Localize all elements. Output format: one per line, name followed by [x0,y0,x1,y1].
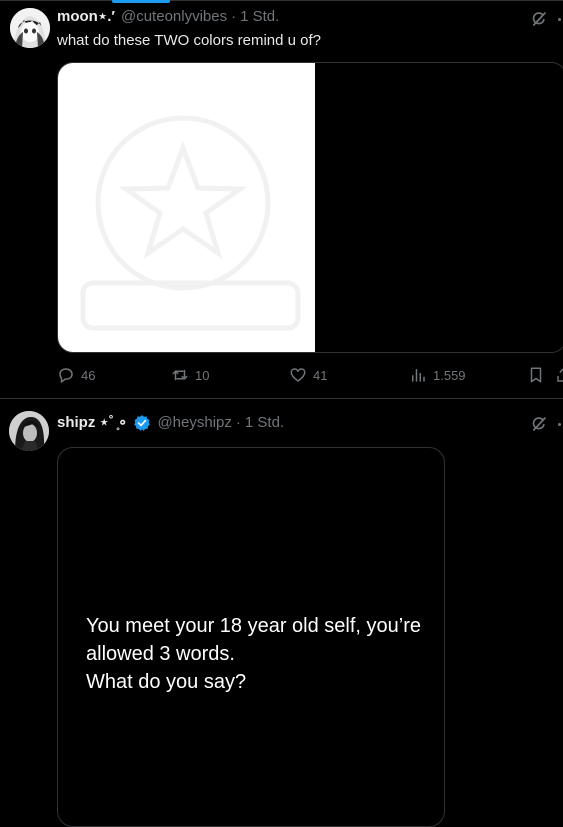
repost-icon [172,369,188,381]
reply-icon [59,368,73,384]
like-icon [290,368,306,382]
bookmark-button[interactable] [527,366,545,384]
repost-count: 10 [195,367,210,383]
card-line: You meet your 18 year old self, you’re [86,615,422,637]
post-media[interactable] [57,62,563,353]
views-count: 1.559 [433,367,466,383]
views-button[interactable]: 1.559 [409,366,466,384]
post[interactable]: moon⋆.′ @cuteonlyvibes · 1 Std. what do … [0,0,563,398]
repost-button[interactable]: 10 [171,366,209,384]
card-line: allowed 3 words. [86,643,235,665]
black-color-block [315,63,563,352]
post-media[interactable]: You meet your 18 year old self, you’re a… [57,447,445,827]
timestamp[interactable]: 1 Std. [240,7,279,27]
share-icon [557,368,563,382]
post-text: what do these TWO colors remind u of? [57,32,322,49]
handle[interactable]: @cuteonlyvibes [121,7,227,27]
views-icon [412,369,425,382]
verified-icon [133,414,151,432]
card-line: What do you say? [86,671,247,693]
display-name[interactable]: moon⋆.′ [57,7,115,27]
white-color-block [58,63,315,352]
card-text: You meet your 18 year old self, you’re a… [86,612,444,696]
reply-count: 46 [81,367,96,383]
post-header: shipz ⋆˚ ̥∘ @heyshipz · 1 Std. [57,413,284,433]
action-bar: 46 10 41 1.559 [57,366,563,388]
separator-dot: · [235,414,241,431]
more-icon[interactable] [558,423,561,426]
grok-icon[interactable] [530,10,548,28]
share-button[interactable] [555,366,563,384]
post[interactable]: shipz ⋆˚ ̥∘ @heyshipz · 1 Std. You meet … [0,398,563,827]
avatar[interactable] [10,8,50,48]
display-name[interactable]: shipz ⋆˚ ̥∘ [57,413,127,433]
timestamp[interactable]: 1 Std. [245,413,284,433]
reply-button[interactable]: 46 [57,366,95,384]
separator-dot: · [231,8,237,25]
like-button[interactable]: 41 [289,366,327,384]
grok-icon[interactable] [530,415,548,433]
more-icon[interactable] [558,18,561,21]
avatar[interactable] [9,411,49,451]
bookmark-icon [530,367,542,383]
handle[interactable]: @heyshipz [157,413,231,433]
post-header: moon⋆.′ @cuteonlyvibes · 1 Std. [57,7,279,27]
like-count: 41 [313,367,328,383]
